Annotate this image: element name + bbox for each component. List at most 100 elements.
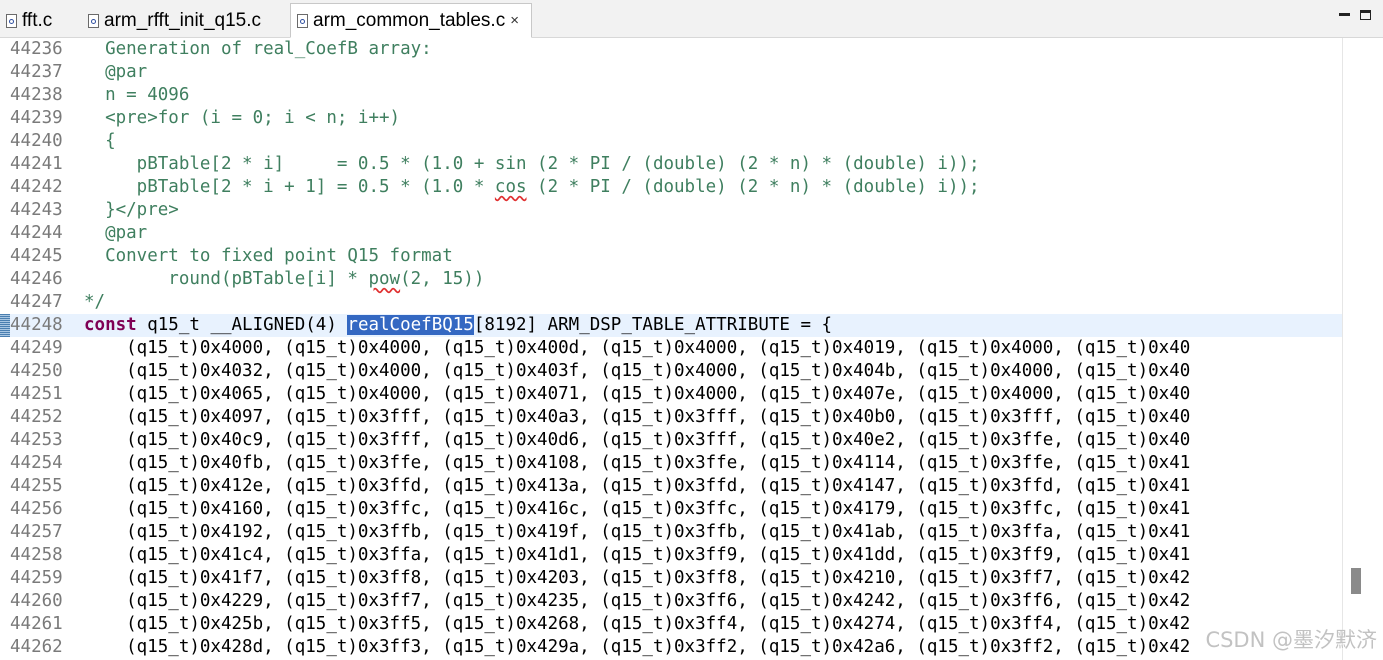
tab-label: fft.c: [22, 9, 53, 31]
code-line[interactable]: 44260 (q15_t)0x4229, (q15_t)0x3ff7, (q15…: [0, 590, 1342, 613]
code-editor[interactable]: 44236 Generation of real_CoefB array: 442…: [0, 38, 1342, 660]
line-text: (q15_t)0x4032, (q15_t)0x4000, (q15_t)0x4…: [84, 361, 1191, 381]
tab-label: arm_rfft_init_q15.c: [104, 9, 262, 31]
line-text: pBTable[2 * i] = 0.5 * (1.0 + sin (2 * P…: [84, 154, 980, 174]
line-number: 44246: [10, 269, 63, 289]
code-line[interactable]: 44236 Generation of real_CoefB array:: [0, 38, 1342, 61]
code-line[interactable]: 44241 pBTable[2 * i] = 0.5 * (1.0 + sin …: [0, 153, 1342, 176]
code-line[interactable]: 44239 <pre>for (i = 0; i < n; i++): [0, 107, 1342, 130]
code-line[interactable]: 44252 (q15_t)0x4097, (q15_t)0x3fff, (q15…: [0, 406, 1342, 429]
minimize-icon[interactable]: [1338, 7, 1352, 21]
close-icon[interactable]: ×: [510, 12, 519, 29]
change-marker: [0, 314, 10, 337]
line-number: 44248: [10, 315, 63, 335]
line-text: (q15_t)0x428d, (q15_t)0x3ff3, (q15_t)0x4…: [84, 637, 1191, 657]
line-number: 44244: [10, 223, 63, 243]
scrollbar-thumb[interactable]: [1351, 568, 1361, 594]
spellcheck-word: pow: [368, 269, 401, 289]
code-line[interactable]: 44254 (q15_t)0x40fb, (q15_t)0x3ffe, (q15…: [0, 452, 1342, 475]
line-number: 44245: [10, 246, 63, 266]
c-file-icon: [297, 13, 308, 28]
code-line[interactable]: 44257 (q15_t)0x4192, (q15_t)0x3ffb, (q15…: [0, 521, 1342, 544]
code-line[interactable]: 44237 @par: [0, 61, 1342, 84]
editor-tab-bar: fft.c arm_rfft_init_q15.c arm_common_tab…: [0, 0, 1383, 38]
code-line[interactable]: 44262 (q15_t)0x428d, (q15_t)0x3ff3, (q15…: [0, 636, 1342, 659]
line-text: (q15_t)0x4000, (q15_t)0x4000, (q15_t)0x4…: [84, 338, 1191, 358]
code-line[interactable]: 44253 (q15_t)0x40c9, (q15_t)0x3fff, (q15…: [0, 429, 1342, 452]
tab-arm-common-tables-c[interactable]: arm_common_tables.c ×: [290, 3, 532, 38]
code-line[interactable]: 44251 (q15_t)0x4065, (q15_t)0x4000, (q15…: [0, 383, 1342, 406]
code-line[interactable]: 44261 (q15_t)0x425b, (q15_t)0x3ff5, (q15…: [0, 613, 1342, 636]
line-number: 44262: [10, 637, 63, 657]
line-number: 44260: [10, 591, 63, 611]
line-number: 44259: [10, 568, 63, 588]
line-text: (q15_t)0x4065, (q15_t)0x4000, (q15_t)0x4…: [84, 384, 1191, 404]
code-line[interactable]: 44238 n = 4096: [0, 84, 1342, 107]
code-line[interactable]: 44258 (q15_t)0x41c4, (q15_t)0x3ffa, (q15…: [0, 544, 1342, 567]
line-text: @par: [84, 223, 148, 243]
c-file-icon: [88, 13, 99, 28]
selected-identifier[interactable]: realCoefBQ15: [347, 315, 474, 335]
line-number: 44261: [10, 614, 63, 634]
code-token: [8192] ARM_DSP_TABLE_ATTRIBUTE = {: [473, 315, 833, 335]
line-number: 44253: [10, 430, 63, 450]
tab-arm-rfft-init-q15-c[interactable]: arm_rfft_init_q15.c: [82, 4, 287, 37]
line-text: round(pBTable[i] * pow(2, 15)): [84, 269, 485, 289]
line-number: 44254: [10, 453, 63, 473]
code-line[interactable]: 44255 (q15_t)0x412e, (q15_t)0x3ffd, (q15…: [0, 475, 1342, 498]
line-number: 44258: [10, 545, 63, 565]
line-number: 44237: [10, 62, 63, 82]
tab-fft-c[interactable]: fft.c: [0, 4, 80, 37]
line-text: @par: [84, 62, 148, 82]
code-line[interactable]: 44244 @par: [0, 222, 1342, 245]
line-text: */: [84, 292, 106, 312]
code-token: q15_t __ALIGNED(4): [136, 315, 348, 335]
line-text: {: [84, 131, 116, 151]
maximize-icon[interactable]: [1360, 10, 1371, 20]
spellcheck-word: cos: [494, 177, 527, 197]
code-line[interactable]: 44247 */: [0, 291, 1342, 314]
line-text: n = 4096: [84, 85, 190, 105]
line-text: (q15_t)0x40c9, (q15_t)0x3fff, (q15_t)0x4…: [84, 430, 1191, 450]
line-number: 44251: [10, 384, 63, 404]
code-line[interactable]: 44250 (q15_t)0x4032, (q15_t)0x4000, (q15…: [0, 360, 1342, 383]
line-text: (q15_t)0x41c4, (q15_t)0x3ffa, (q15_t)0x4…: [84, 545, 1191, 565]
line-text: (q15_t)0x4097, (q15_t)0x3fff, (q15_t)0x4…: [84, 407, 1191, 427]
line-number: 44250: [10, 361, 63, 381]
line-text: (q15_t)0x4160, (q15_t)0x3ffc, (q15_t)0x4…: [84, 499, 1191, 519]
code-line[interactable]: 44246 round(pBTable[i] * pow(2, 15)): [0, 268, 1342, 291]
line-number: 44255: [10, 476, 63, 496]
line-text: Generation of real_CoefB array:: [84, 39, 432, 59]
line-number: 44241: [10, 154, 63, 174]
code-line[interactable]: 44256 (q15_t)0x4160, (q15_t)0x3ffc, (q15…: [0, 498, 1342, 521]
c-file-icon: [6, 13, 17, 28]
line-number: 44249: [10, 338, 63, 358]
line-number: 44247: [10, 292, 63, 312]
line-text: }</pre>: [84, 200, 179, 220]
keyword-token: const: [84, 315, 137, 335]
line-text: Convert to fixed point Q15 format: [84, 246, 453, 266]
code-line[interactable]: 44243 }</pre>: [0, 199, 1342, 222]
code-line[interactable]: 44240 {: [0, 130, 1342, 153]
line-text: (q15_t)0x425b, (q15_t)0x3ff5, (q15_t)0x4…: [84, 614, 1191, 634]
code-line[interactable]: 44259 (q15_t)0x41f7, (q15_t)0x3ff8, (q15…: [0, 567, 1342, 590]
code-line[interactable]: 44242 pBTable[2 * i + 1] = 0.5 * (1.0 * …: [0, 176, 1342, 199]
line-text: (q15_t)0x412e, (q15_t)0x3ffd, (q15_t)0x4…: [84, 476, 1191, 496]
line-number: 44236: [10, 39, 63, 59]
code-line[interactable]: 44248 const q15_t __ALIGNED(4) realCoefBQ…: [0, 314, 1342, 337]
code-line[interactable]: 44245 Convert to fixed point Q15 format: [0, 245, 1342, 268]
line-text: (q15_t)0x41f7, (q15_t)0x3ff8, (q15_t)0x4…: [84, 568, 1191, 588]
line-number: 44240: [10, 131, 63, 151]
line-number: 44238: [10, 85, 63, 105]
tab-label: arm_common_tables.c: [313, 9, 506, 31]
line-text: const q15_t __ALIGNED(4) realCoefBQ15[81…: [84, 314, 832, 337]
line-number: 44256: [10, 499, 63, 519]
line-number: 44257: [10, 522, 63, 542]
code-line[interactable]: 44249 (q15_t)0x4000, (q15_t)0x4000, (q15…: [0, 337, 1342, 360]
line-number: 44242: [10, 177, 63, 197]
line-text: (q15_t)0x4192, (q15_t)0x3ffb, (q15_t)0x4…: [84, 522, 1191, 542]
line-number: 44252: [10, 407, 63, 427]
line-text: (q15_t)0x40fb, (q15_t)0x3ffe, (q15_t)0x4…: [84, 453, 1191, 473]
line-text: pBTable[2 * i + 1] = 0.5 * (1.0 * cos (2…: [84, 177, 980, 197]
vertical-scrollbar[interactable]: [1342, 38, 1383, 660]
